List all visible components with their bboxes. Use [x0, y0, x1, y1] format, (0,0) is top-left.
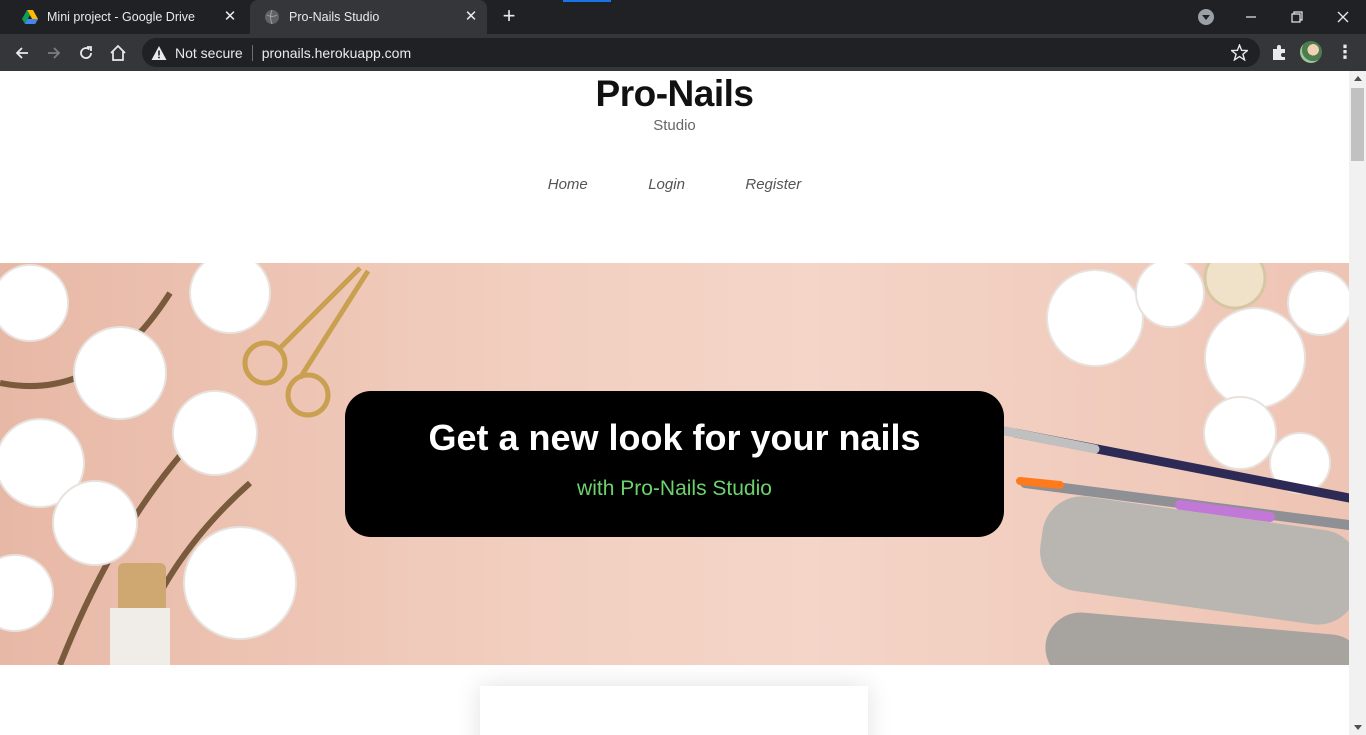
- tab-pro-nails[interactable]: Pro-Nails Studio ✕: [250, 0, 487, 34]
- security-status[interactable]: Not secure: [175, 45, 243, 61]
- forward-button[interactable]: [41, 40, 67, 66]
- tab-title: Pro-Nails Studio: [289, 10, 380, 24]
- close-icon[interactable]: ✕: [222, 9, 238, 25]
- tab-google-drive[interactable]: Mini project - Google Drive ✕: [8, 0, 246, 34]
- nav-link-home[interactable]: Home: [548, 176, 588, 193]
- browser-menu-icon[interactable]: ⋮: [1336, 43, 1354, 61]
- home-icon: [110, 44, 126, 61]
- globe-icon: [265, 9, 279, 25]
- bookmark-star-icon[interactable]: [1231, 44, 1248, 61]
- close-icon: [1337, 11, 1349, 23]
- tab-strip: Mini project - Google Drive ✕ Pro-Nails …: [0, 0, 1366, 34]
- hero-subtitle: with Pro-Nails Studio: [577, 477, 772, 500]
- arrow-left-icon: [15, 47, 28, 59]
- back-button[interactable]: [9, 40, 35, 66]
- tab-search-icon[interactable]: [1198, 9, 1214, 25]
- close-window-button[interactable]: [1320, 0, 1366, 34]
- minimize-icon: [1246, 16, 1256, 18]
- nav-link-register[interactable]: Register: [745, 176, 801, 193]
- page-viewport: Pro-Nails Studio Home Login Register Get…: [0, 71, 1349, 735]
- minimize-button[interactable]: [1228, 0, 1274, 34]
- site-header: Pro-Nails Studio: [0, 71, 1349, 134]
- hero-callout: Get a new look for your nails with Pro-N…: [345, 391, 1004, 537]
- restore-icon: [1291, 11, 1303, 23]
- close-icon[interactable]: ✕: [463, 9, 479, 25]
- reload-icon: [80, 46, 92, 59]
- page-scrollbar[interactable]: [1349, 71, 1366, 735]
- restore-button[interactable]: [1274, 0, 1320, 34]
- new-tab-button[interactable]: +: [498, 5, 520, 28]
- profile-avatar[interactable]: [1300, 41, 1322, 63]
- scroll-down-arrow-icon[interactable]: [1354, 725, 1362, 730]
- brand-subtitle: Studio: [653, 117, 696, 134]
- hero-banner: Get a new look for your nails with Pro-N…: [0, 263, 1349, 665]
- address-bar[interactable]: Not secure pronails.herokuapp.com: [142, 38, 1260, 67]
- tab-accent-line: [563, 0, 611, 2]
- url-text[interactable]: pronails.herokuapp.com: [262, 45, 411, 61]
- extensions-puzzle-icon[interactable]: [1270, 43, 1288, 61]
- scroll-up-arrow-icon[interactable]: [1354, 76, 1362, 81]
- reload-button[interactable]: [73, 40, 99, 66]
- google-drive-icon: [22, 10, 38, 24]
- warning-icon[interactable]: [151, 45, 167, 61]
- nav-link-login[interactable]: Login: [648, 176, 685, 193]
- arrow-right-icon: [48, 47, 61, 59]
- main-nav: Home Login Register: [0, 176, 1349, 194]
- hero-title: Get a new look for your nails: [428, 417, 921, 458]
- browser-toolbar: Not secure pronails.herokuapp.com: [0, 34, 1366, 71]
- divider: [251, 44, 253, 61]
- content-card: [480, 686, 868, 735]
- scroll-thumb[interactable]: [1351, 88, 1364, 161]
- brand-title[interactable]: Pro-Nails: [0, 73, 1349, 115]
- home-button[interactable]: [105, 40, 131, 66]
- tab-title: Mini project - Google Drive: [47, 10, 195, 24]
